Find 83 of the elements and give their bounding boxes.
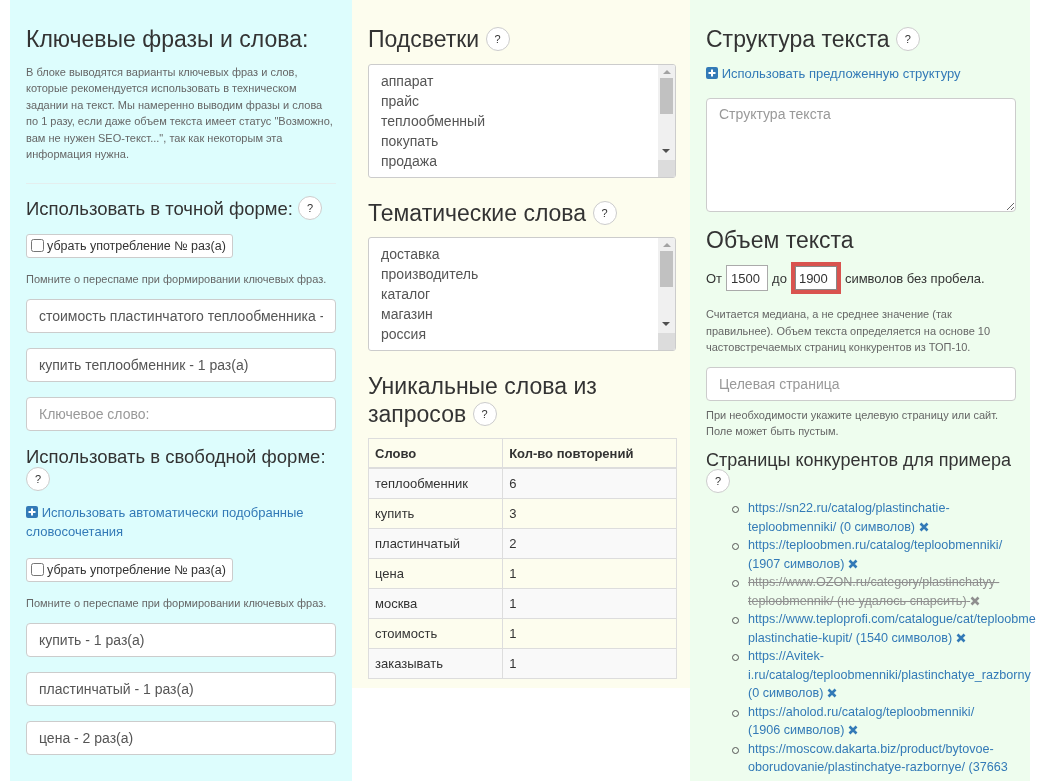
plus-icon [26, 505, 38, 518]
table-cell: 3 [502, 498, 677, 529]
input-field[interactable]: пластинчатый - 1 раз(а) [26, 672, 336, 706]
link[interactable]: Использовать предложенную структуру [706, 63, 996, 83]
checkbox[interactable] [31, 239, 44, 253]
input-field[interactable]: купить теплообменник - 1 раз(а) [26, 348, 336, 383]
list-item[interactable]: производитель [381, 264, 646, 285]
remove-icon[interactable] [970, 595, 981, 606]
input-field[interactable]: купить - 1 раз(а) [26, 623, 336, 657]
description: В блоке выводятся варианты ключевых фраз и слов, которые рекомендуется использовать в техническом задании на текст. Мы намеренно выводим фразы и слова по 1 разу, если даже объем текста имеет статус "Возможно, вам не нужен SEO-текст...", так как некоторым эта информация нужна. [26, 64, 334, 163]
table-cell: купить [368, 498, 503, 529]
link[interactable]: https://moscow.dakarta.biz/product/bytovoe- oborudovanie/plastinchatye-razbornye/ (37663 [748, 739, 1008, 777]
list-item[interactable]: теплообменный [381, 110, 646, 131]
help-button[interactable]: ? [706, 469, 730, 494]
list-box[interactable]: аппарат прайс теплообменный покупать продажа [368, 63, 676, 178]
hint-text: Помните о переспаме при формировании ключевых фраз. [26, 271, 328, 287]
label: символов без пробела. [844, 270, 985, 286]
table-cell: 1 [502, 648, 677, 679]
help-button[interactable]: ? [592, 200, 617, 225]
help-button[interactable]: ? [26, 466, 50, 491]
section-heading: Использовать в свободной форме: [26, 446, 326, 468]
help-button[interactable]: ? [298, 195, 323, 220]
section-heading: Страницы конкурентов для примера [706, 449, 1011, 470]
label: до [772, 270, 787, 286]
note-text: Считается медиана, а не среднее значение (так правильнее). Объем текста определяется на основе 10 частовстречаемых страниц конкурентов из ТОП-10. [706, 307, 992, 356]
option-toggle[interactable]: убрать употребление № раз(а) [26, 233, 233, 258]
list-item[interactable]: продажа [381, 150, 646, 171]
link[interactable]: https://Avitek- i.ru/catalog/teploobmenniki/plastinchatye_razborny (0 символов) [748, 647, 1031, 703]
table-cell: 2 [502, 528, 677, 559]
table-cell: пластинчатый [368, 528, 503, 559]
list-item[interactable]: аппарат [381, 70, 646, 91]
input-field[interactable]: Ключевое слово: [26, 397, 336, 432]
section-heading: запросов [368, 400, 467, 427]
help-button[interactable]: ? [485, 26, 510, 51]
section-heading: Использовать в точной форме: [26, 197, 293, 219]
help-button[interactable]: ? [895, 26, 920, 51]
option-toggle[interactable]: убрать употребление № раз(а) [26, 557, 233, 582]
list-item[interactable]: магазин [381, 304, 646, 325]
list-item[interactable]: покупать [381, 130, 646, 151]
link[interactable]: https://sn22.ru/catalog/plastinchatie- teploobmenniki/ (0 символов) [748, 499, 950, 537]
table-cell: 1 [502, 588, 677, 619]
scrollbar[interactable] [658, 64, 675, 177]
table-cell: цена [368, 558, 503, 589]
link[interactable]: https://teploobmen.ru/catalog/teploobmenniki/ (1907 символов) [748, 536, 1003, 574]
section-heading: Ключевые фразы и слова: [26, 26, 309, 52]
input-field[interactable]: стоимость пластинчатого теплообменника - [26, 299, 336, 334]
section-heading: Тематические слова [368, 199, 587, 226]
table-cell: теплообменник [368, 468, 503, 499]
section-heading: Структура текста [706, 26, 890, 52]
input-field[interactable]: Целевая страница [706, 366, 1016, 401]
remove-icon[interactable] [918, 521, 929, 532]
table-cell: москва [368, 588, 503, 619]
scrollbar[interactable] [658, 238, 675, 351]
checkbox[interactable] [31, 563, 44, 576]
link[interactable]: https://aholod.ru/catalog/teploobmenniki/ (1906 символов) [748, 702, 975, 740]
remove-icon[interactable] [826, 688, 837, 699]
table-cell: 6 [502, 468, 677, 499]
table-cell: 1 [502, 558, 677, 589]
remove-icon[interactable] [847, 725, 858, 736]
list-item[interactable]: доставка [381, 244, 646, 265]
link[interactable]: Использовать автоматически подобранные словосочетания [26, 502, 316, 541]
list-item[interactable]: прайс [381, 90, 646, 111]
input-field[interactable]: цена - 2 раз(а) [26, 721, 336, 755]
section-heading: Объем текста [706, 226, 854, 253]
plus-icon [706, 66, 718, 79]
input-field[interactable]: 1500 [726, 265, 769, 292]
table-cell: 1 [502, 618, 677, 649]
link[interactable]: https://www.teploprofi.com/catalogue/cat/teploobme plastinchatie-kupit/ (1540 символов) [748, 610, 1036, 648]
hint-text: Помните о переспаме при формировании ключевых фраз. [26, 595, 328, 611]
table-cell: заказывать [368, 648, 503, 679]
remove-icon[interactable] [847, 558, 858, 569]
list-item[interactable]: каталог [381, 284, 646, 305]
help-button[interactable]: ? [472, 401, 497, 426]
hint-text: При необходимости укажите целевую страницу или сайт. Поле может быть пустым. [706, 407, 1000, 440]
table-cell: стоимость [368, 618, 503, 649]
list-item[interactable]: россия [381, 324, 646, 345]
list-box[interactable]: доставка производитель каталог магазин россия [368, 237, 676, 352]
input-field[interactable]: 1900 [790, 262, 841, 295]
text-area[interactable]: Структура текста [706, 97, 1016, 212]
section-heading: Подсветки [368, 26, 480, 52]
label: От [706, 270, 723, 286]
section-heading: Уникальные слова из [368, 373, 598, 401]
remove-icon[interactable] [955, 632, 966, 643]
